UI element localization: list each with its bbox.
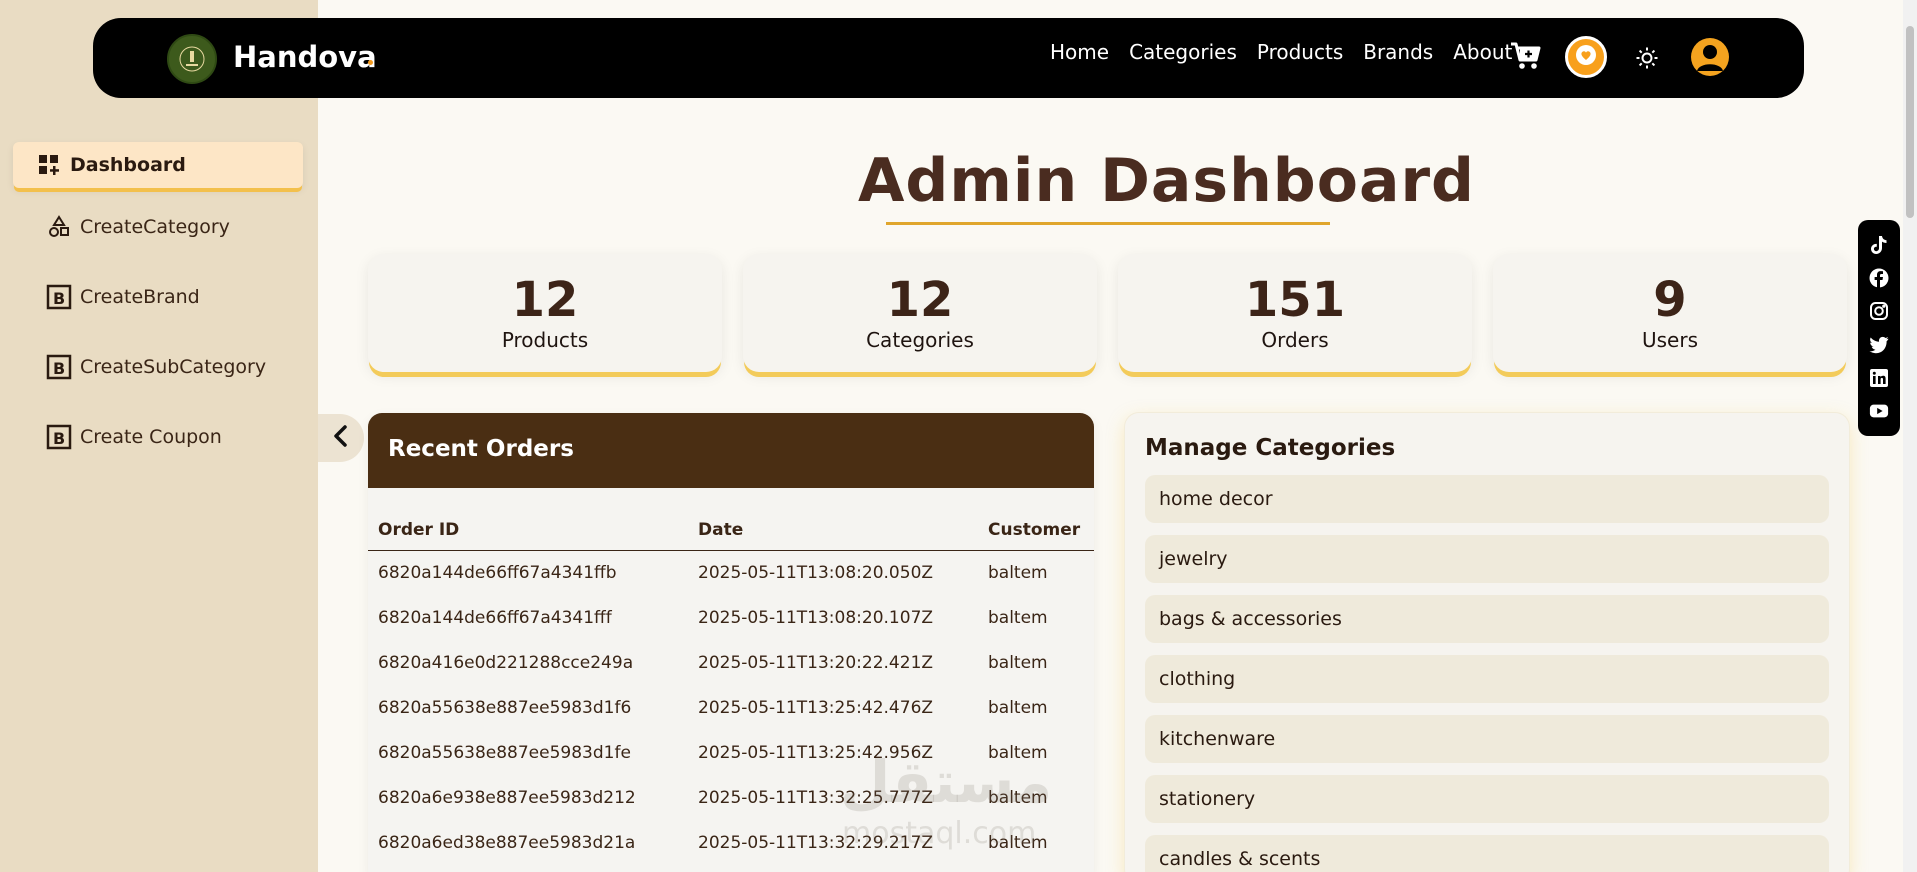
stat-label: Users <box>1641 328 1698 352</box>
stat-value: 151 <box>1244 272 1346 328</box>
theme-toggle-sun-icon[interactable] <box>1635 46 1659 74</box>
nav-categories[interactable]: Categories <box>1129 40 1237 64</box>
category-item[interactable]: candles & scents <box>1145 835 1829 872</box>
svg-text:B: B <box>53 359 65 378</box>
stat-card-users: 9 Users <box>1493 254 1847 372</box>
brand-b-icon: B <box>46 424 72 450</box>
brand-dot <box>368 60 373 65</box>
stat-label: Orders <box>1261 328 1329 352</box>
stat-card-products: 12 Products <box>368 254 722 372</box>
column-header-order-id: Order ID <box>368 488 688 551</box>
top-navbar: Handova Home Categories Products Brands … <box>93 18 1804 98</box>
stat-value: 12 <box>511 272 579 328</box>
stat-card-categories: 12 Categories <box>743 254 1097 372</box>
svg-text:B: B <box>53 429 65 448</box>
order-customer: baltem <box>988 653 1048 673</box>
category-item[interactable]: kitchenware <box>1145 715 1829 763</box>
brand-b-icon: B <box>46 284 72 310</box>
order-id: 6820a6e938e887ee5983d212 <box>378 788 636 808</box>
table-row[interactable]: 6820a144de66ff67a4341ffb 2025-05-11T13:08… <box>368 551 1094 596</box>
table-row[interactable]: 6820a416e0d221288cce249a 2025-05-11T13:20… <box>368 641 1094 686</box>
facebook-icon[interactable] <box>1869 268 1889 288</box>
heart-chat-icon <box>1575 44 1597 70</box>
order-id: 6820a416e0d221288cce249a <box>378 653 634 673</box>
sidebar-item-dashboard[interactable]: Dashboard <box>13 142 303 188</box>
tiktok-icon[interactable] <box>1869 235 1889 255</box>
order-id: 6820a6ed38e887ee5983d21a <box>378 833 636 853</box>
order-customer: baltem <box>988 563 1048 584</box>
order-id: 6820a55638e887ee5983d1fe <box>378 743 631 763</box>
order-date: 2025-05-11T13:25:42.476Z <box>698 698 934 718</box>
youtube-icon[interactable] <box>1869 401 1889 421</box>
table-row[interactable]: 6820a55638e887ee5983d1f6 2025-05-11T13:25… <box>368 686 1094 731</box>
cart-icon[interactable] <box>1510 41 1542 75</box>
sidebar-item-create-subcategory[interactable]: B CreateSubCategory <box>46 354 266 380</box>
column-header-customer: Customer <box>978 488 1094 551</box>
svg-text:B: B <box>53 289 65 308</box>
stat-label: Products <box>501 328 589 352</box>
nav-about[interactable]: About <box>1453 40 1512 64</box>
stat-label: Categories <box>866 328 974 352</box>
order-customer: baltem <box>988 698 1048 718</box>
user-avatar[interactable] <box>1691 38 1729 76</box>
manage-categories-panel: Manage Categories home decor jewelry bag… <box>1125 413 1849 872</box>
category-item[interactable]: clothing <box>1145 655 1829 703</box>
sidebar-item-label: Dashboard <box>70 154 186 176</box>
sidebar-item-label: CreateSubCategory <box>80 356 267 378</box>
sidebar-item-create-category[interactable]: CreateCategory <box>46 214 230 240</box>
sidebar-collapse-button[interactable] <box>318 414 364 462</box>
logo[interactable] <box>167 34 217 84</box>
order-date: 2025-05-11T13:20:22.421Z <box>698 653 934 673</box>
user-icon <box>1697 45 1723 71</box>
sidebar-item-create-brand[interactable]: B CreateBrand <box>46 284 200 310</box>
order-id: 6820a144de66ff67a4341ffb <box>378 563 617 584</box>
sidebar-item-label: Create Coupon <box>80 426 222 448</box>
title-underline <box>886 222 1330 225</box>
brand-name[interactable]: Handova <box>233 40 377 74</box>
stat-card-orders: 151 Orders <box>1118 254 1472 372</box>
sidebar-item-label: CreateCategory <box>80 216 230 238</box>
page-title: Admin Dashboard <box>858 146 1475 216</box>
order-date: 2025-05-11T13:08:20.107Z <box>698 608 934 628</box>
category-item[interactable]: stationery <box>1145 775 1829 823</box>
instagram-icon[interactable] <box>1869 301 1889 321</box>
nav-links: Home Categories Products Brands About <box>1050 40 1512 64</box>
order-customer: baltem <box>988 608 1048 628</box>
twitter-icon[interactable] <box>1869 335 1889 355</box>
category-item[interactable]: bags & accessories <box>1145 595 1829 643</box>
stat-value: 12 <box>886 272 954 328</box>
category-item[interactable]: jewelry <box>1145 535 1829 583</box>
chevron-left-icon <box>332 425 350 451</box>
order-id: 6820a55638e887ee5983d1f6 <box>378 698 632 718</box>
table-row[interactable]: 6820a144de66ff67a4341fff 2025-05-11T13:08… <box>368 596 1094 641</box>
category-item[interactable]: home decor <box>1145 475 1829 523</box>
page-scrollbar-thumb[interactable] <box>1906 26 1914 218</box>
watermark-arabic: مستقل <box>840 748 1053 816</box>
stat-value: 9 <box>1653 272 1687 328</box>
shapes-icon <box>46 214 72 240</box>
nav-products[interactable]: Products <box>1257 40 1343 64</box>
social-links-bar <box>1858 220 1900 436</box>
brand-b-icon: B <box>46 354 72 380</box>
watermark-latin: mostaql.com <box>842 816 1037 851</box>
manage-categories-title: Manage Categories <box>1145 435 1396 461</box>
order-date: 2025-05-11T13:08:20.050Z <box>698 563 934 584</box>
dashboard-add-icon <box>36 152 62 178</box>
recent-orders-title: Recent Orders <box>368 413 1094 488</box>
nav-home[interactable]: Home <box>1050 40 1109 64</box>
nav-brands[interactable]: Brands <box>1363 40 1433 64</box>
sidebar: Dashboard CreateCategory B CreateBrand B… <box>0 0 318 872</box>
linkedin-icon[interactable] <box>1869 368 1889 388</box>
order-id: 6820a144de66ff67a4341fff <box>378 608 612 628</box>
sidebar-item-label: CreateBrand <box>80 286 200 308</box>
wishlist-button[interactable] <box>1565 36 1607 78</box>
sidebar-item-create-coupon[interactable]: B Create Coupon <box>46 424 222 450</box>
column-header-date: Date <box>688 488 978 551</box>
